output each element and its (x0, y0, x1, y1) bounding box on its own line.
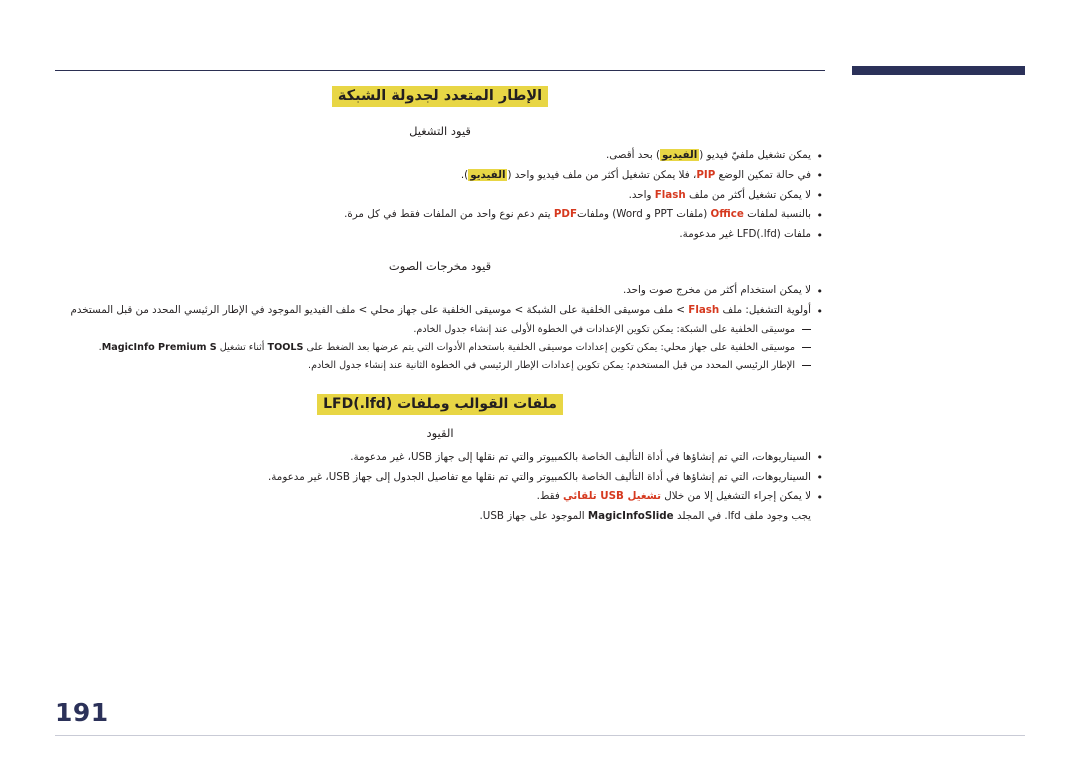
section-heading: قيود التشغيل (409, 123, 471, 138)
note-item: الإطار الرئيسي المحدد من قبل المستخدم: ي… (55, 357, 825, 375)
note-list-audio: موسيقى الخلفية على الشبكة: يمكن تكوين ال… (55, 321, 825, 376)
list-item: لا يمكن إجراء التشغيل إلا من خلال تشغيل … (55, 487, 825, 508)
emphasis-red: تشغيل USB تلقائي (563, 490, 662, 503)
page-title: الإطار المتعدد لجدولة الشبكة (55, 86, 825, 108)
text-run: فقط. (536, 490, 564, 503)
emphasis-red: Flash (654, 188, 686, 201)
text-run: لا يمكن تشغيل أكثر من ملف (685, 188, 811, 201)
list-item: السيناريوهات، التي تم إنشاؤها في أداة ال… (55, 467, 825, 488)
subsection-title-text: ملفات القوالب وملفات (LFD(.lfd (317, 393, 563, 415)
limitations-trailing-note: يجب وجود ملف lfd. في المجلد MagicInfoSli… (55, 507, 825, 527)
text-run: السيناريوهات، التي تم إنشاؤها في أداة ال… (350, 450, 811, 463)
note-item: موسيقى الخلفية على الشبكة: يمكن تكوين ال… (55, 321, 825, 339)
list-item: يمكن تشغيل ملفيّ فيديو (الفيديو) بحد أقص… (55, 146, 825, 167)
text-run: يتم دعم نوع واحد من الملفات فقط في كل مر… (344, 208, 554, 221)
text-run: لا يمكن إجراء التشغيل إلا من خلال (661, 490, 811, 503)
text-run: أولوية التشغيل: ملف (719, 304, 811, 317)
text-run: في حالة تمكين الوضع (715, 168, 811, 181)
list-item: أولوية التشغيل: ملف Flash > ملف موسيقى ا… (55, 301, 825, 322)
text-run: الإطار الرئيسي المحدد من قبل المستخدم: ي… (308, 360, 795, 372)
emphasis-red: PDF (553, 208, 578, 221)
section-heading: القيود (426, 425, 454, 440)
emphasis-red: PIP (696, 168, 716, 181)
emphasis-highlight: الفيديو (468, 168, 508, 181)
text-run: ) بحد أقصى. (605, 149, 660, 162)
header-rule-left (55, 70, 825, 71)
text-run: أثناء تشغيل (216, 342, 268, 354)
page-title-text: الإطار المتعدد لجدولة الشبكة (331, 86, 549, 107)
manual-page: الإطار المتعدد لجدولة الشبكة قيود التشغي… (0, 0, 1080, 763)
section-playback-restrictions: قيود التشغيل يمكن تشغيل ملفيّ فيديو (الف… (55, 122, 825, 246)
text-run: موسيقى الخلفية على جهاز محلي: يمكن تكوين… (303, 342, 795, 354)
list-item: لا يمكن تشغيل أكثر من ملف Flash واحد. (55, 185, 825, 206)
emphasis-bold: TOOLS (267, 342, 304, 354)
text-run: > ملف موسيقى الخلفية على الشبكة > موسيقى… (70, 304, 689, 317)
text-run: يمكن تشغيل ملفيّ فيديو ( (699, 149, 811, 162)
text-run: (ملفات PPT و Word) وملفات (577, 208, 711, 221)
header-bar-right (852, 66, 1025, 75)
text-run: موسيقى الخلفية على الشبكة: يمكن تكوين ال… (413, 323, 795, 335)
bullet-list-playback: يمكن تشغيل ملفيّ فيديو (الفيديو) بحد أقص… (55, 146, 825, 246)
emphasis-red: Flash (688, 304, 720, 317)
text-run: ، فلا يمكن تشغيل أكثر من ملف فيديو واحد … (507, 168, 697, 181)
page-number: 191 (55, 698, 109, 727)
section-audio-output-restrictions: قيود مخرجات الصوت لا يمكن استخدام أكثر م… (55, 257, 825, 376)
emphasis-bold: MagicInfo Premium S (101, 342, 217, 354)
emphasis-red: Office (710, 208, 744, 221)
footer-rule (55, 735, 1025, 736)
page-content: الإطار المتعدد لجدولة الشبكة قيود التشغي… (55, 86, 825, 527)
bullet-list-limitations: السيناريوهات، التي تم إنشاؤها في أداة ال… (55, 447, 825, 508)
list-item: لا يمكن استخدام أكثر من مخرج صوت واحد. (55, 281, 825, 302)
text-run: بالنسبة لملفات (743, 208, 811, 221)
text-run: السيناريوهات، التي تم إنشاؤها في أداة ال… (268, 470, 811, 483)
emphasis-highlight: الفيديو (660, 149, 700, 162)
section-limitations: القيود السيناريوهات، التي تم إنشاؤها في … (55, 424, 825, 527)
list-item: السيناريوهات، التي تم إنشاؤها في أداة ال… (55, 447, 825, 468)
bullet-list-audio: لا يمكن استخدام أكثر من مخرج صوت واحد. أو… (55, 281, 825, 322)
text-run: ملفات (LFD(.lfd غير مدعومة. (679, 228, 811, 241)
note-item: موسيقى الخلفية على جهاز محلي: يمكن تكوين… (55, 339, 825, 357)
text-run: واحد. (628, 188, 655, 201)
text-run: الموجود على جهاز USB. (479, 510, 588, 523)
emphasis-bold: MagicInfoSlide (587, 510, 674, 523)
list-item: ملفات (LFD(.lfd غير مدعومة. (55, 225, 825, 246)
text-run: لا يمكن استخدام أكثر من مخرج صوت واحد. (622, 284, 811, 297)
list-item: بالنسبة لملفات Office (ملفات PPT و Word)… (55, 205, 825, 226)
subsection-title: ملفات القوالب وملفات (LFD(.lfd (55, 393, 825, 415)
section-heading: قيود مخرجات الصوت (388, 258, 492, 273)
text-run: يجب وجود ملف lfd. في المجلد (673, 510, 811, 523)
list-item: في حالة تمكين الوضع PIP، فلا يمكن تشغيل … (55, 165, 825, 186)
